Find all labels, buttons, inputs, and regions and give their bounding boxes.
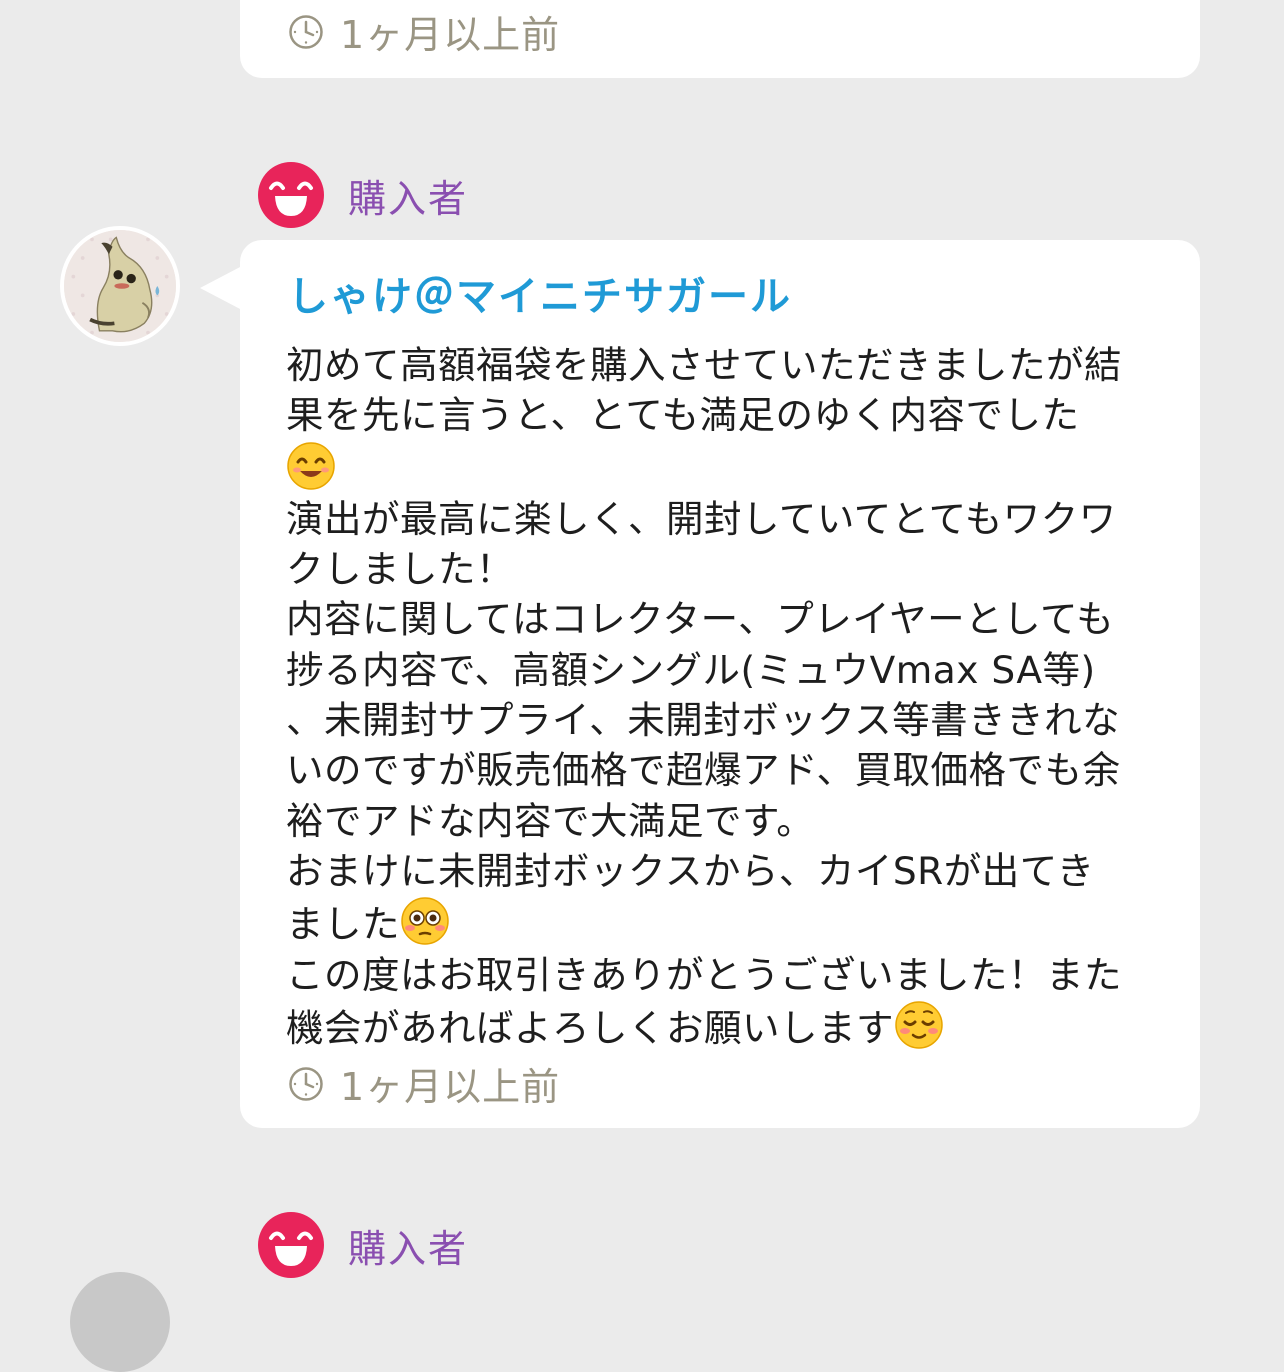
review-line: 果を先に言うと、とても満足のゆく内容でした [286, 393, 1080, 438]
review-line: 機会があればよろしくお願いします [286, 1000, 1166, 1053]
timestamp-text: 1ヶ月以上前 [340, 13, 561, 57]
next-reviewer-avatar[interactable] [70, 1272, 170, 1372]
happy-face-icon [258, 162, 324, 228]
review-line: 捗る内容で、高額シングル(ミュウVmax SA等) [286, 647, 1096, 692]
review-line: クしました！ [286, 547, 514, 592]
buyer-label: 購入者 [348, 1226, 469, 1271]
review-line: 、未開封サプライ、未開封ボックス等書ききれな [286, 698, 1121, 743]
review-line: いのですが販売価格で超爆アド、買取価格でも余 [286, 748, 1121, 793]
previous-review-card: 1ヶ月以上前 [240, 0, 1200, 78]
buyer-label: 購入者 [348, 176, 469, 221]
review-line-text: 機会があればよろしくお願いします [286, 1005, 894, 1050]
clock-icon [288, 1066, 324, 1102]
review-line: この度はお取引きありがとうございました！また [286, 952, 1122, 997]
relieved-smiling-emoji [894, 1000, 944, 1050]
clock-icon [288, 14, 324, 50]
review-line: ました [286, 896, 1166, 949]
flushed-face-emoji [400, 896, 450, 946]
timestamp-text: 1ヶ月以上前 [340, 1065, 561, 1109]
reviewer-avatar[interactable] [60, 226, 180, 346]
review-body: 初めて高額福袋を購入させていただきましたが結 果を先に言うと、とても満足のゆく内… [286, 340, 1166, 1053]
timestamp-row: 1ヶ月以上前 [288, 1056, 560, 1111]
smiling-face-emoji [286, 441, 336, 491]
review-line: 演出が最高に楽しく、開封していてとてもワクワ [286, 496, 1117, 541]
review-line: おまけに未開封ボックスから、カイSRが出てき [286, 848, 1095, 893]
review-line [286, 441, 1166, 494]
review-role-header: 購入者 [258, 162, 468, 228]
review-line: 内容に関してはコレクター、プレイヤーとしても [286, 597, 1115, 642]
review-line: 裕でアドな内容で大満足です。 [286, 798, 815, 843]
next-review-role-header: 購入者 [258, 1212, 468, 1278]
happy-face-icon [258, 1212, 324, 1278]
review-card: しゃけ＠マイニチサガール 初めて高額福袋を購入させていただきましたが結 果を先に… [200, 240, 1200, 1128]
reviewer-username[interactable]: しゃけ＠マイニチサガール [288, 264, 792, 322]
timestamp-row: 1ヶ月以上前 [288, 4, 560, 59]
review-line: 初めて高額福袋を購入させていただきましたが結 [286, 343, 1122, 387]
review-line-text: ました [286, 902, 400, 947]
